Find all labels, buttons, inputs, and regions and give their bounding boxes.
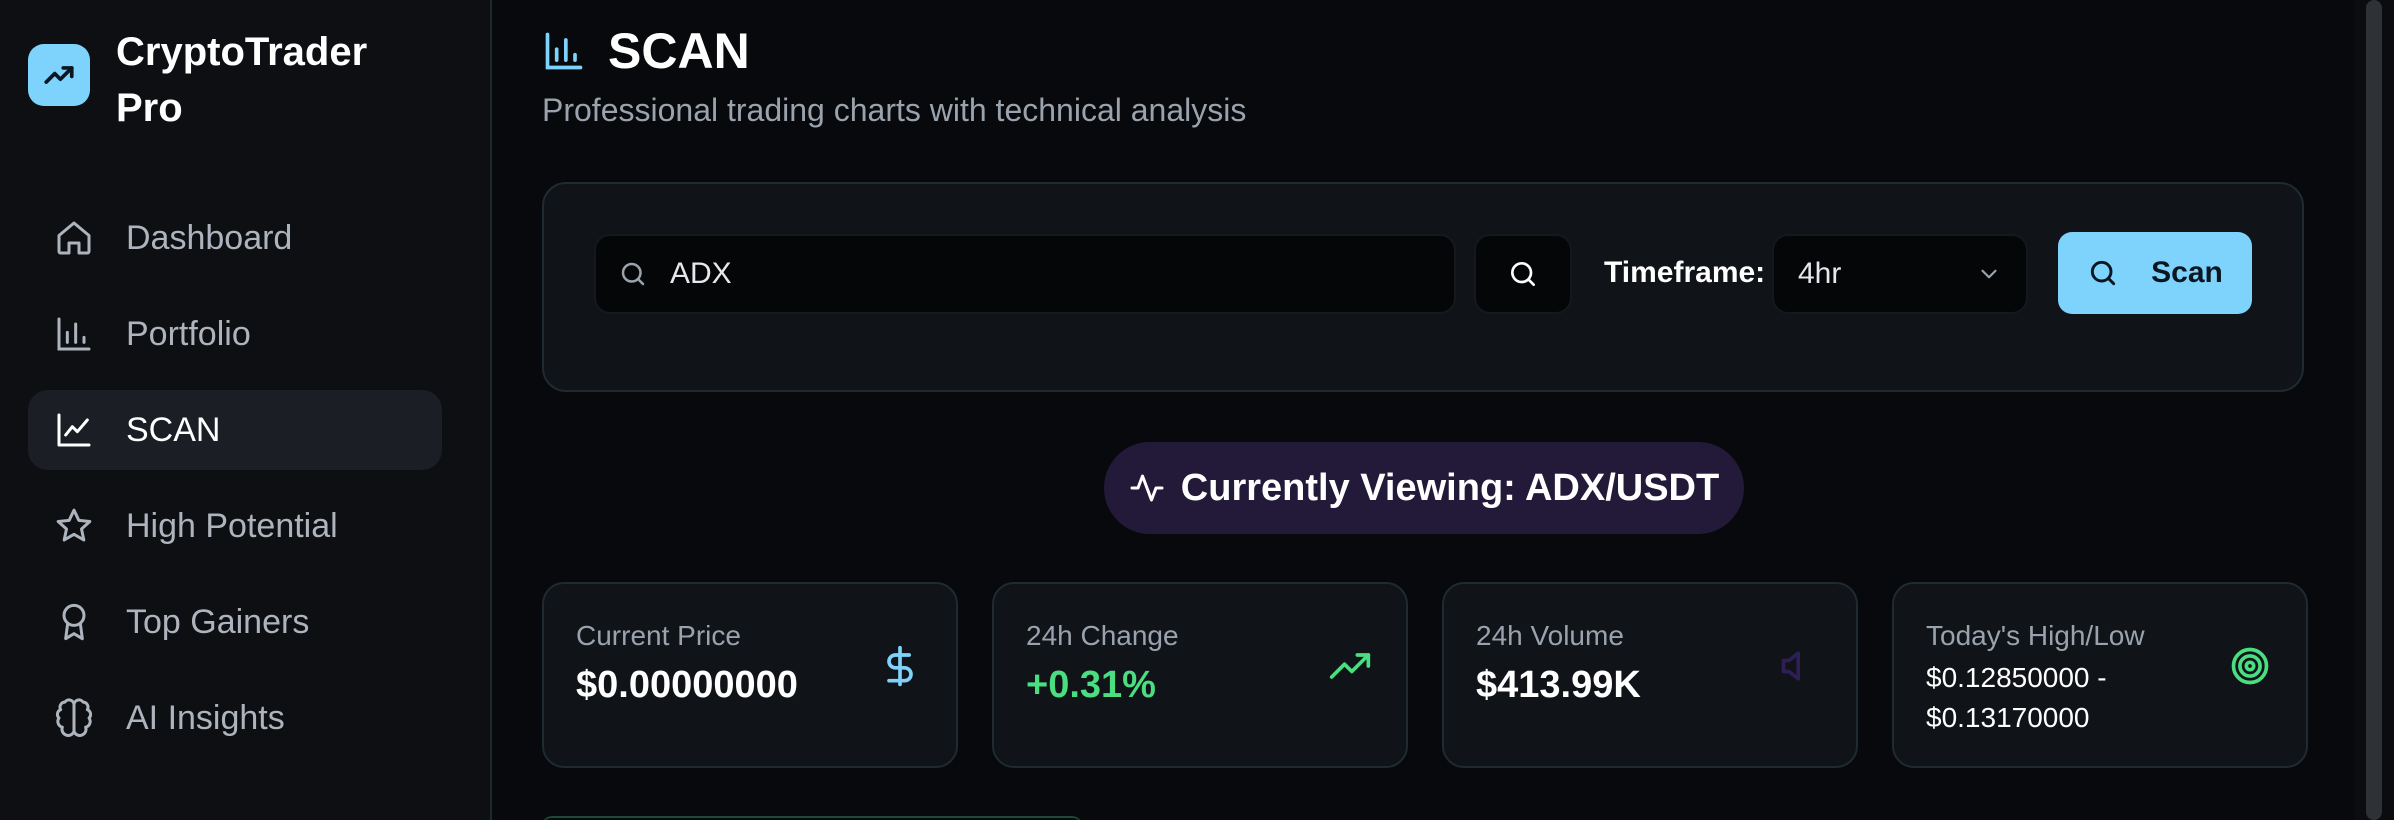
stat-label: Current Price (576, 620, 741, 651)
currently-viewing-badge: Currently Viewing: ADX/USDT (1104, 442, 1744, 534)
scrollbar-thumb[interactable] (2366, 0, 2382, 820)
star-icon (56, 508, 92, 542)
trending-up-icon (1329, 653, 1371, 679)
search-icon (2091, 260, 2116, 286)
bar-chart-icon (57, 317, 91, 351)
timeframe-select[interactable]: 4hr (1772, 234, 2028, 314)
activity-icon (1130, 474, 1164, 502)
sidebar-item-label: High Potential (126, 506, 338, 545)
stat-card-current-price: Current Price $0.00000000 (542, 582, 958, 768)
sidebar-item-label: AI Insights (126, 698, 285, 737)
search-icon (1511, 262, 1535, 286)
brand[interactable]: CryptoTrader Pro (28, 24, 416, 136)
stat-value: $0.00000000 (576, 664, 798, 706)
title-row: SCAN (542, 22, 1246, 80)
volume-icon (1781, 651, 1800, 681)
stat-value: +0.31% (1026, 664, 1156, 706)
timeframe-value: 4hr (1798, 257, 1842, 290)
trending-up-logo-icon (28, 44, 90, 106)
page-header: SCAN Professional trading charts with te… (542, 22, 1246, 129)
symbol-search-input[interactable] (670, 257, 1430, 291)
chevron-down-icon (1981, 269, 1997, 279)
app-name: CryptoTrader Pro (116, 30, 368, 130)
symbol-search-box[interactable] (594, 234, 1456, 314)
sidebar: CryptoTrader Pro Dashboard Portfolio SCA… (0, 0, 492, 820)
search-icon (621, 262, 645, 286)
app-root: CryptoTrader Pro Dashboard Portfolio SCA… (0, 0, 2394, 820)
sidebar-item-top-gainers[interactable]: Top Gainers (28, 582, 442, 662)
search-button[interactable] (1474, 234, 1572, 314)
stat-card-high-low: Today's High/Low $0.12850000 - $0.131700… (1892, 582, 2308, 768)
stat-value: $0.12850000 - $0.13170000 (1926, 662, 2107, 733)
stat-label: 24h Volume (1476, 620, 1624, 651)
scan-button-label: Scan (2151, 256, 2223, 289)
award-icon (62, 603, 86, 641)
sidebar-item-portfolio[interactable]: Portfolio (28, 294, 442, 374)
target-icon (2231, 647, 2269, 685)
sidebar-item-ai-insights[interactable]: AI Insights (28, 678, 442, 758)
sidebar-item-scan[interactable]: SCAN (28, 390, 442, 470)
timeframe-label: Timeframe: (1604, 256, 1766, 289)
line-chart-icon (57, 413, 91, 447)
scan-button[interactable]: Scan (2058, 232, 2252, 314)
page-subtitle: Professional trading charts with technic… (542, 92, 1247, 128)
sidebar-nav: Dashboard Portfolio SCAN High Potential (28, 198, 442, 774)
dollar-icon (887, 645, 913, 687)
scan-controls-card: Timeframe: 4hr Scan (542, 182, 2304, 392)
sidebar-item-high-potential[interactable]: High Potential (28, 486, 442, 566)
stat-card-24h-change: 24h Change +0.31% (992, 582, 1408, 768)
sidebar-item-label: Portfolio (126, 314, 251, 353)
page-title: SCAN (608, 23, 750, 79)
stat-label: 24h Change (1026, 620, 1179, 651)
stat-value: $413.99K (1476, 664, 1641, 706)
bar-chart-icon (545, 32, 583, 70)
main-content: SCAN Professional trading charts with te… (494, 0, 2354, 820)
stat-label: Today's High/Low (1926, 620, 2145, 651)
brain-icon (55, 698, 93, 737)
sidebar-item-label: Top Gainers (126, 602, 310, 641)
page-scrollbar[interactable] (2354, 0, 2394, 820)
next-card-edge (542, 816, 1082, 820)
currently-viewing-text: Currently Viewing: ADX/USDT (1180, 466, 1720, 509)
sidebar-item-label: SCAN (126, 410, 221, 449)
stat-card-24h-volume: 24h Volume $413.99K (1442, 582, 1858, 768)
sidebar-item-label: Dashboard (126, 218, 293, 257)
sidebar-item-dashboard[interactable]: Dashboard (28, 198, 442, 278)
home-icon (57, 221, 91, 255)
